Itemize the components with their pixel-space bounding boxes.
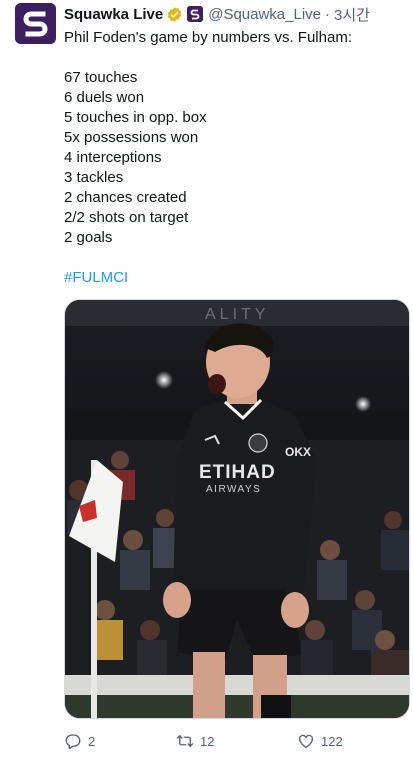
reply-count: 2	[88, 733, 96, 749]
text-line: 2/2 shots on target	[64, 209, 189, 226]
reply-button[interactable]: 2	[64, 729, 95, 753]
tweet-photo[interactable]: ALITY ETIHAD AIRWAYS OKX	[64, 299, 410, 719]
player-photo: ALITY ETIHAD AIRWAYS OKX	[65, 300, 409, 718]
text-line: 5x possessions won	[64, 129, 199, 146]
hashtag-link[interactable]: #FULMCI	[64, 268, 404, 288]
retweet-button[interactable]: 12	[176, 729, 214, 753]
verified-gold-icon[interactable]	[166, 6, 183, 23]
stand-text: ALITY	[205, 306, 269, 323]
avatar[interactable]	[15, 3, 56, 44]
sleeve-sponsor: OKX	[285, 445, 311, 459]
timestamp[interactable]: 3시간	[334, 4, 370, 25]
kit-sponsor-sub: AIRWAYS	[206, 484, 261, 495]
kit-sponsor: ETIHAD	[199, 462, 276, 483]
like-count: 122	[321, 733, 343, 749]
retweet-icon	[176, 735, 194, 747]
text-line: 3 tackles	[64, 169, 124, 186]
text-line: 2 chances created	[64, 189, 187, 206]
text-line: 6 duels won	[64, 89, 145, 106]
affiliate-badge-icon[interactable]	[187, 6, 204, 22]
like-button[interactable]: 122	[297, 729, 343, 753]
text-line: 5 touches in opp. box	[64, 109, 207, 126]
display-name[interactable]: Squawka Live	[64, 6, 163, 23]
reply-icon	[65, 734, 81, 750]
text-line: 2 goals	[64, 229, 113, 246]
handle[interactable]: @Squawka_Live	[208, 6, 321, 23]
retweet-count: 12	[200, 733, 215, 749]
heart-icon	[298, 734, 314, 749]
action-bar: 2 12 122	[64, 729, 410, 753]
tweet[interactable]: Squawka Live @Squawka_Live · 3시간 Phil Fo…	[0, 0, 413, 763]
squawka-logo-icon	[15, 3, 56, 44]
text-line: 67 touches	[64, 69, 138, 86]
tweet-header: Squawka Live @Squawka_Live · 3시간	[64, 3, 370, 25]
tweet-text: Phil Foden's game by numbers vs. Fulham:…	[64, 28, 404, 288]
text-line: 4 interceptions	[64, 149, 162, 166]
separator-dot: ·	[325, 5, 331, 23]
text-line: Phil Foden's game by numbers vs. Fulham:	[64, 29, 352, 46]
